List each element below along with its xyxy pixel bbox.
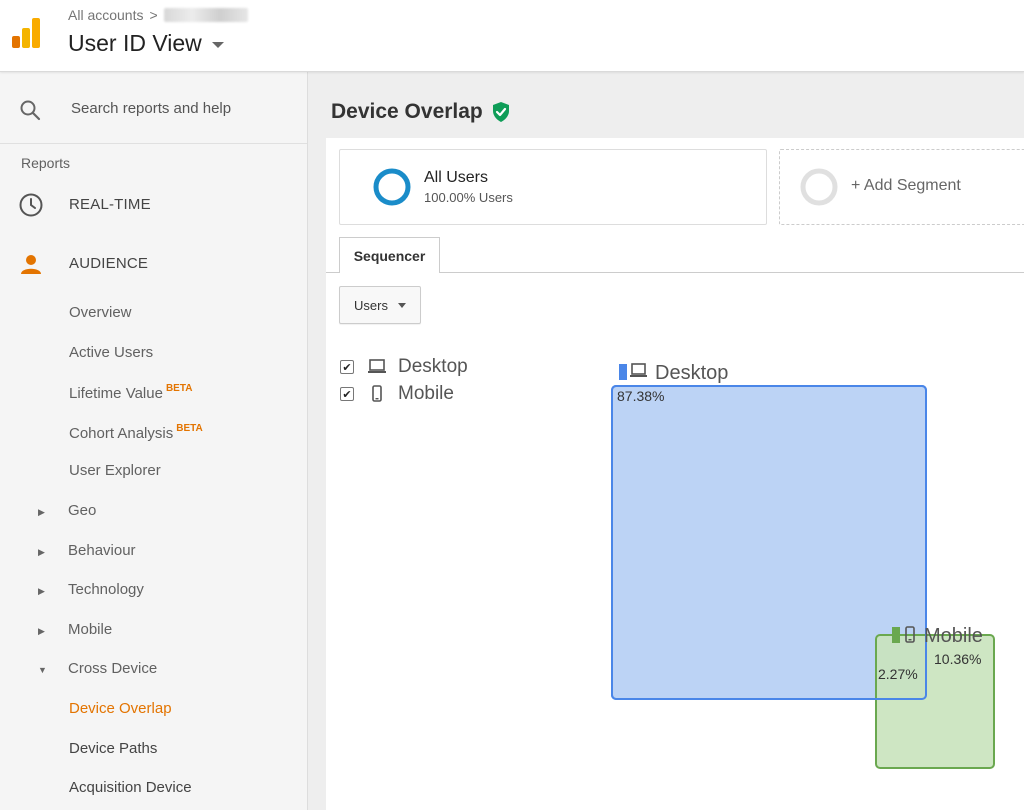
search-bar[interactable]: Search reports and help xyxy=(0,72,307,144)
clock-icon xyxy=(19,193,43,217)
sidebar-item-label: REAL-TIME xyxy=(69,195,151,213)
sidebar-item-cross-device[interactable]: Cross Device xyxy=(68,660,157,677)
sidebar-item-overview[interactable]: Overview xyxy=(69,304,132,321)
analytics-logo[interactable] xyxy=(10,16,42,48)
sidebar-item-acquisition-device[interactable]: Acquisition Device xyxy=(69,779,192,796)
tab-sequencer[interactable]: Sequencer xyxy=(339,237,440,273)
collapse-arrow-icon[interactable]: ▼ xyxy=(38,665,47,675)
desktop-icon xyxy=(630,363,647,377)
beta-badge: BETA xyxy=(176,423,203,434)
verified-shield-icon xyxy=(492,102,509,122)
page-title: Device Overlap xyxy=(331,100,511,124)
breadcrumb-all-accounts[interactable]: All accounts xyxy=(68,7,143,23)
expand-arrow-icon[interactable]: ▶ xyxy=(38,547,45,558)
view-selector[interactable]: User ID View xyxy=(68,30,224,57)
breadcrumb-separator: > xyxy=(149,7,158,23)
sidebar-item-active-users[interactable]: Active Users xyxy=(69,344,153,361)
search-icon[interactable] xyxy=(19,99,41,121)
mobile-legend-swatch xyxy=(892,627,900,643)
beta-badge: BETA xyxy=(165,383,193,394)
venn-value-mobile: 10.36% xyxy=(934,651,981,667)
main-panel: Device Overlap All Users 100.00% Users +… xyxy=(308,72,1024,810)
sidebar-item-user-explorer[interactable]: User Explorer xyxy=(69,462,161,479)
desktop-legend-swatch xyxy=(619,364,627,380)
report-content: All Users 100.00% Users + Add Segment Se… xyxy=(326,138,1024,810)
sidebar-item-behaviour[interactable]: Behaviour xyxy=(68,542,136,559)
sidebar-item-label: AUDIENCE xyxy=(69,254,149,272)
chevron-down-icon[interactable] xyxy=(211,41,224,48)
sidebar-item-geo[interactable]: Geo xyxy=(68,502,96,519)
person-icon xyxy=(21,255,41,274)
sidebar-item-lifetime-value[interactable]: Lifetime Value BETA xyxy=(69,383,192,402)
sidebar-item-realtime[interactable]: REAL-TIME xyxy=(0,184,307,224)
breadcrumb[interactable]: All accounts > xyxy=(68,7,248,23)
sidebar-item-audience[interactable]: AUDIENCE xyxy=(0,243,307,283)
venn-value-overlap: 2.27% xyxy=(878,666,918,682)
reports-heading: Reports xyxy=(21,155,71,171)
top-header: All accounts > User ID View xyxy=(0,0,1024,72)
sidebar-item-device-paths[interactable]: Device Paths xyxy=(69,740,157,757)
blurred-account-name xyxy=(163,8,248,22)
view-title[interactable]: User ID View xyxy=(68,30,202,57)
sidebar-item-technology[interactable]: Technology xyxy=(68,581,144,598)
venn-label-desktop: Desktop xyxy=(655,362,728,384)
sidebar-item-device-overlap[interactable]: Device Overlap xyxy=(69,700,172,717)
sidebar-item-mobile[interactable]: Mobile xyxy=(68,621,112,638)
venn-label-mobile: Mobile xyxy=(924,625,983,647)
sidebar-item-cohort-analysis[interactable]: Cohort Analysis BETA xyxy=(69,423,203,442)
expand-arrow-icon[interactable]: ▶ xyxy=(38,626,45,637)
venn-value-desktop: 87.38% xyxy=(617,388,664,404)
expand-arrow-icon[interactable]: ▶ xyxy=(38,507,45,518)
expand-arrow-icon[interactable]: ▶ xyxy=(38,586,45,597)
sidebar: Search reports and help Reports REAL-TIM… xyxy=(0,72,308,810)
search-input[interactable]: Search reports and help xyxy=(71,100,231,117)
page-title-text: Device Overlap xyxy=(331,100,483,123)
